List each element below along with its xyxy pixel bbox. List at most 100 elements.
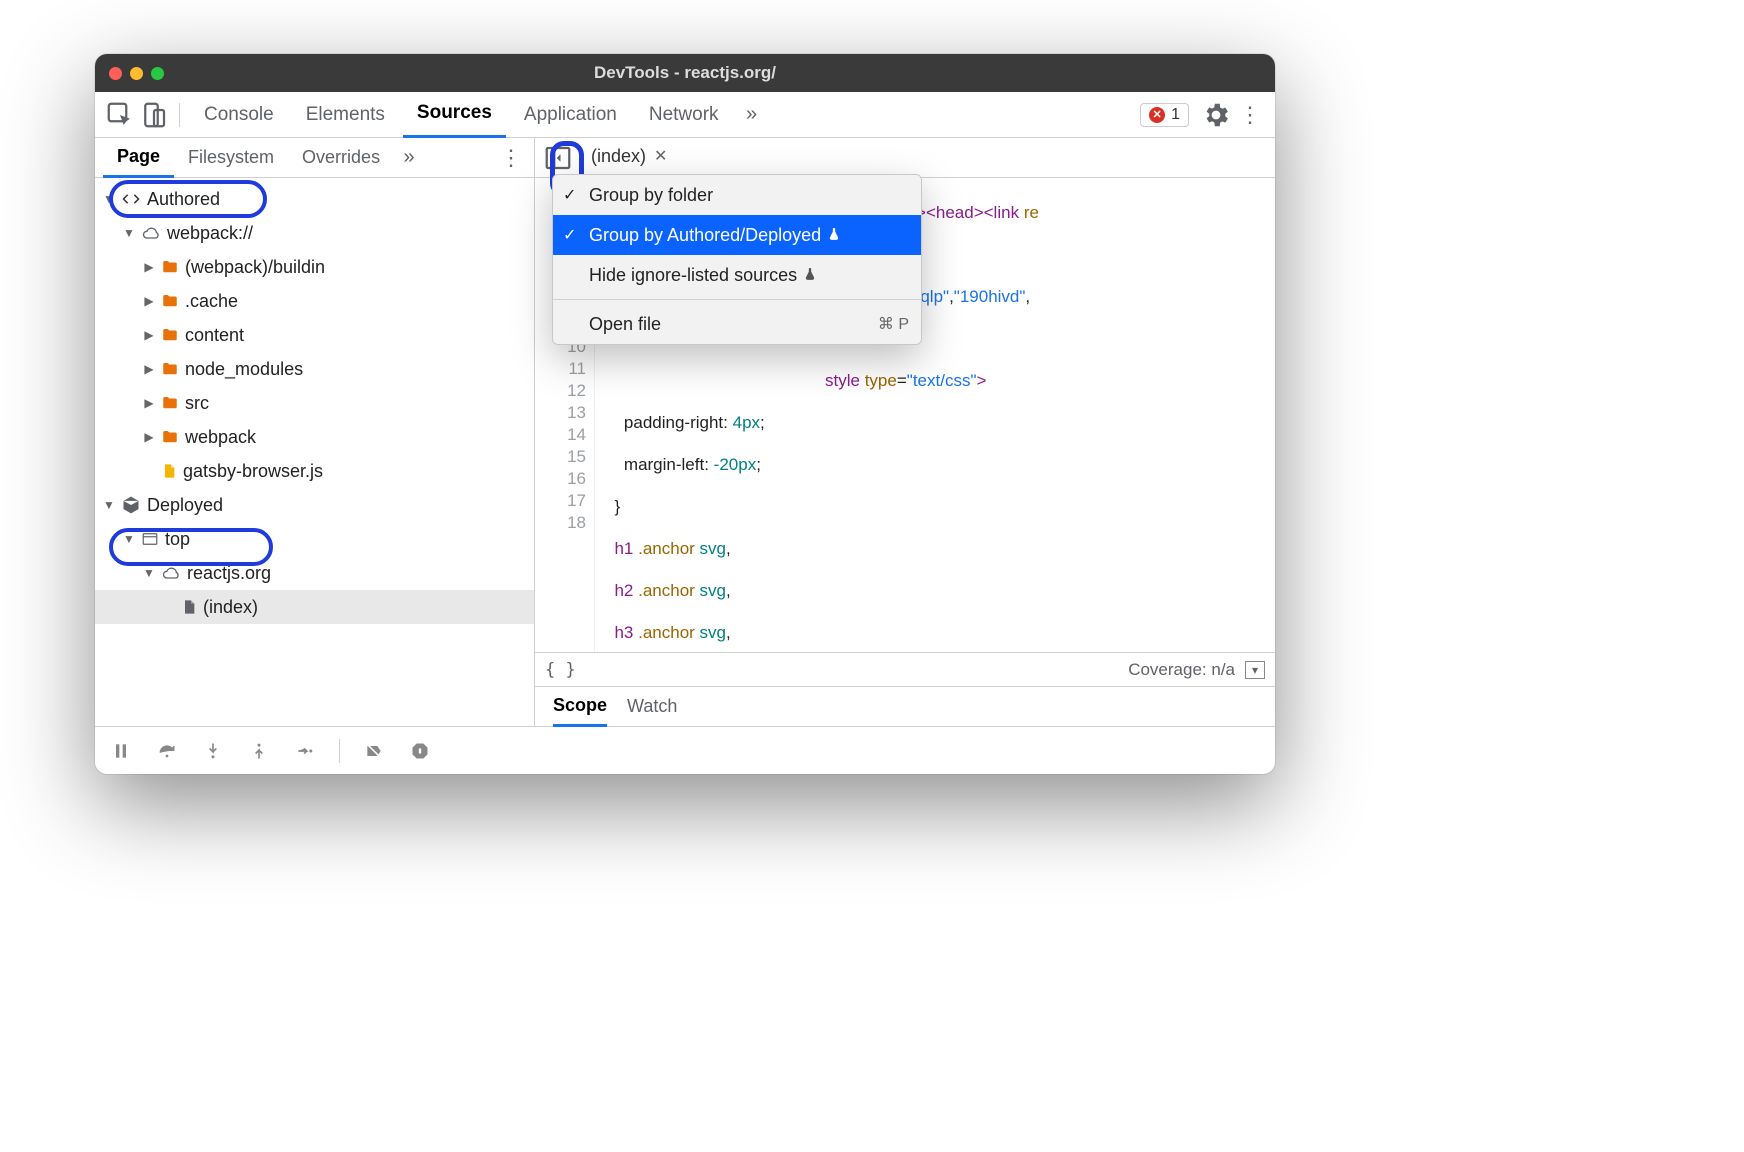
disclosure-triangle-icon[interactable] xyxy=(143,566,155,580)
disclosure-triangle-icon[interactable] xyxy=(143,260,155,274)
tree-folder[interactable]: (webpack)/buildin xyxy=(95,250,534,284)
package-icon xyxy=(121,495,141,515)
devtools-top-toolbar: Console Elements Sources Application Net… xyxy=(95,92,1275,138)
tree-origin-webpack[interactable]: webpack:// xyxy=(95,216,534,250)
tree-frame-top[interactable]: top xyxy=(95,522,534,556)
navigator-tabs: Page Filesystem Overrides » ⋮ xyxy=(95,138,534,178)
tab-elements[interactable]: Elements xyxy=(292,92,399,138)
tab-watch[interactable]: Watch xyxy=(627,687,677,727)
step-into-icon[interactable] xyxy=(201,739,225,763)
menu-label: Hide ignore-listed sources xyxy=(589,265,797,286)
menu-item-open-file[interactable]: Open file ⌘ P xyxy=(553,304,921,344)
menu-label: Open file xyxy=(589,314,661,335)
coverage-label: Coverage: n/a xyxy=(1128,660,1235,680)
inspect-element-icon[interactable] xyxy=(105,100,135,130)
tree-label: content xyxy=(185,325,244,346)
editor-tabs: (index) ✕ xyxy=(535,138,1275,178)
tree-label: node_modules xyxy=(185,359,303,380)
disclosure-triangle-icon[interactable] xyxy=(103,498,115,512)
collapse-bottom-icon[interactable]: ▾ xyxy=(1245,661,1265,679)
check-icon: ✓ xyxy=(563,185,576,205)
disclosure-triangle-icon[interactable] xyxy=(123,226,135,240)
tree-group-authored[interactable]: Authored xyxy=(95,182,534,216)
window-title: DevTools - reactjs.org/ xyxy=(95,63,1275,83)
tree-file-js[interactable]: gatsby-browser.js xyxy=(95,454,534,488)
navigator-tab-page[interactable]: Page xyxy=(103,138,174,178)
folder-icon xyxy=(161,258,179,276)
menu-label: Group by Authored/Deployed xyxy=(589,225,821,246)
navigator-kebab-icon[interactable]: ⋮ xyxy=(496,143,526,173)
flask-experiment-icon xyxy=(827,225,841,246)
menu-label: Group by folder xyxy=(589,185,713,206)
tree-origin-reactjs[interactable]: reactjs.org xyxy=(95,556,534,590)
more-tabs-chevron-icon[interactable]: » xyxy=(737,100,767,130)
tree-label: gatsby-browser.js xyxy=(183,461,323,482)
navigator-options-menu: ✓ Group by folder ✓ Group by Authored/De… xyxy=(552,174,922,345)
tree-folder[interactable]: webpack xyxy=(95,420,534,454)
deactivate-breakpoints-icon[interactable] xyxy=(362,739,386,763)
menu-item-group-by-folder[interactable]: ✓ Group by folder xyxy=(553,175,921,215)
disclosure-triangle-icon[interactable] xyxy=(143,396,155,410)
settings-gear-icon[interactable] xyxy=(1201,100,1231,130)
debug-sidebar-tabs: Scope Watch xyxy=(535,686,1275,726)
tab-sources[interactable]: Sources xyxy=(403,92,506,138)
tree-label: Deployed xyxy=(147,495,223,516)
error-icon: ✕ xyxy=(1149,107,1165,123)
tree-label: .cache xyxy=(185,291,238,312)
divider xyxy=(179,103,180,127)
check-icon: ✓ xyxy=(563,225,576,245)
editor-tab-index[interactable]: (index) ✕ xyxy=(581,138,677,178)
pause-on-exceptions-icon[interactable] xyxy=(408,739,432,763)
disclosure-triangle-icon[interactable] xyxy=(143,294,155,308)
file-tree[interactable]: Authored webpack:// (webpack)/buildin .c… xyxy=(95,178,534,726)
tree-group-deployed[interactable]: Deployed xyxy=(95,488,534,522)
tree-label: webpack:// xyxy=(167,223,253,244)
cloud-icon xyxy=(161,563,181,583)
tree-file-index[interactable]: (index) xyxy=(95,590,534,624)
tree-folder[interactable]: .cache xyxy=(95,284,534,318)
js-file-icon xyxy=(161,461,177,481)
tree-label: top xyxy=(165,529,190,550)
step-over-icon[interactable] xyxy=(155,739,179,763)
menu-separator xyxy=(553,299,921,300)
step-out-icon[interactable] xyxy=(247,739,271,763)
tree-folder[interactable]: src xyxy=(95,386,534,420)
debugger-controls xyxy=(95,726,1275,774)
step-icon[interactable] xyxy=(293,739,317,763)
pretty-print-icon[interactable]: { } xyxy=(545,660,576,680)
tab-application[interactable]: Application xyxy=(510,92,631,138)
menu-item-group-by-authored[interactable]: ✓ Group by Authored/Deployed xyxy=(553,215,921,255)
navigator-more-chevron-icon[interactable]: » xyxy=(394,143,424,173)
code-icon xyxy=(121,189,141,209)
tab-console[interactable]: Console xyxy=(190,92,288,138)
menu-item-hide-ignore-listed[interactable]: Hide ignore-listed sources xyxy=(553,255,921,295)
flask-experiment-icon xyxy=(803,265,817,286)
navigator-tab-overrides[interactable]: Overrides xyxy=(288,138,394,178)
disclosure-triangle-icon[interactable] xyxy=(103,192,115,206)
error-count: 1 xyxy=(1171,106,1180,124)
menu-shortcut: ⌘ P xyxy=(878,314,909,334)
folder-icon xyxy=(161,394,179,412)
navigator-pane: Page Filesystem Overrides » ⋮ Authored w… xyxy=(95,138,535,726)
pause-icon[interactable] xyxy=(109,739,133,763)
tab-scope[interactable]: Scope xyxy=(553,687,607,727)
disclosure-triangle-icon[interactable] xyxy=(143,362,155,376)
tree-folder[interactable]: content xyxy=(95,318,534,352)
kebab-menu-icon[interactable]: ⋮ xyxy=(1235,100,1265,130)
show-navigator-icon[interactable] xyxy=(543,143,573,173)
tree-folder[interactable]: node_modules xyxy=(95,352,534,386)
tree-label: reactjs.org xyxy=(187,563,271,584)
disclosure-triangle-icon[interactable] xyxy=(143,328,155,342)
error-count-pill[interactable]: ✕ 1 xyxy=(1140,103,1189,127)
frame-icon xyxy=(141,530,159,548)
divider xyxy=(339,739,340,763)
device-toolbar-icon[interactable] xyxy=(139,100,169,130)
tree-label: (index) xyxy=(203,597,258,618)
close-tab-icon[interactable]: ✕ xyxy=(654,146,667,166)
disclosure-triangle-icon[interactable] xyxy=(143,430,155,444)
disclosure-triangle-icon[interactable] xyxy=(123,532,135,546)
titlebar: DevTools - reactjs.org/ xyxy=(95,54,1275,92)
navigator-tab-filesystem[interactable]: Filesystem xyxy=(174,138,288,178)
tab-network[interactable]: Network xyxy=(635,92,733,138)
folder-icon xyxy=(161,428,179,446)
